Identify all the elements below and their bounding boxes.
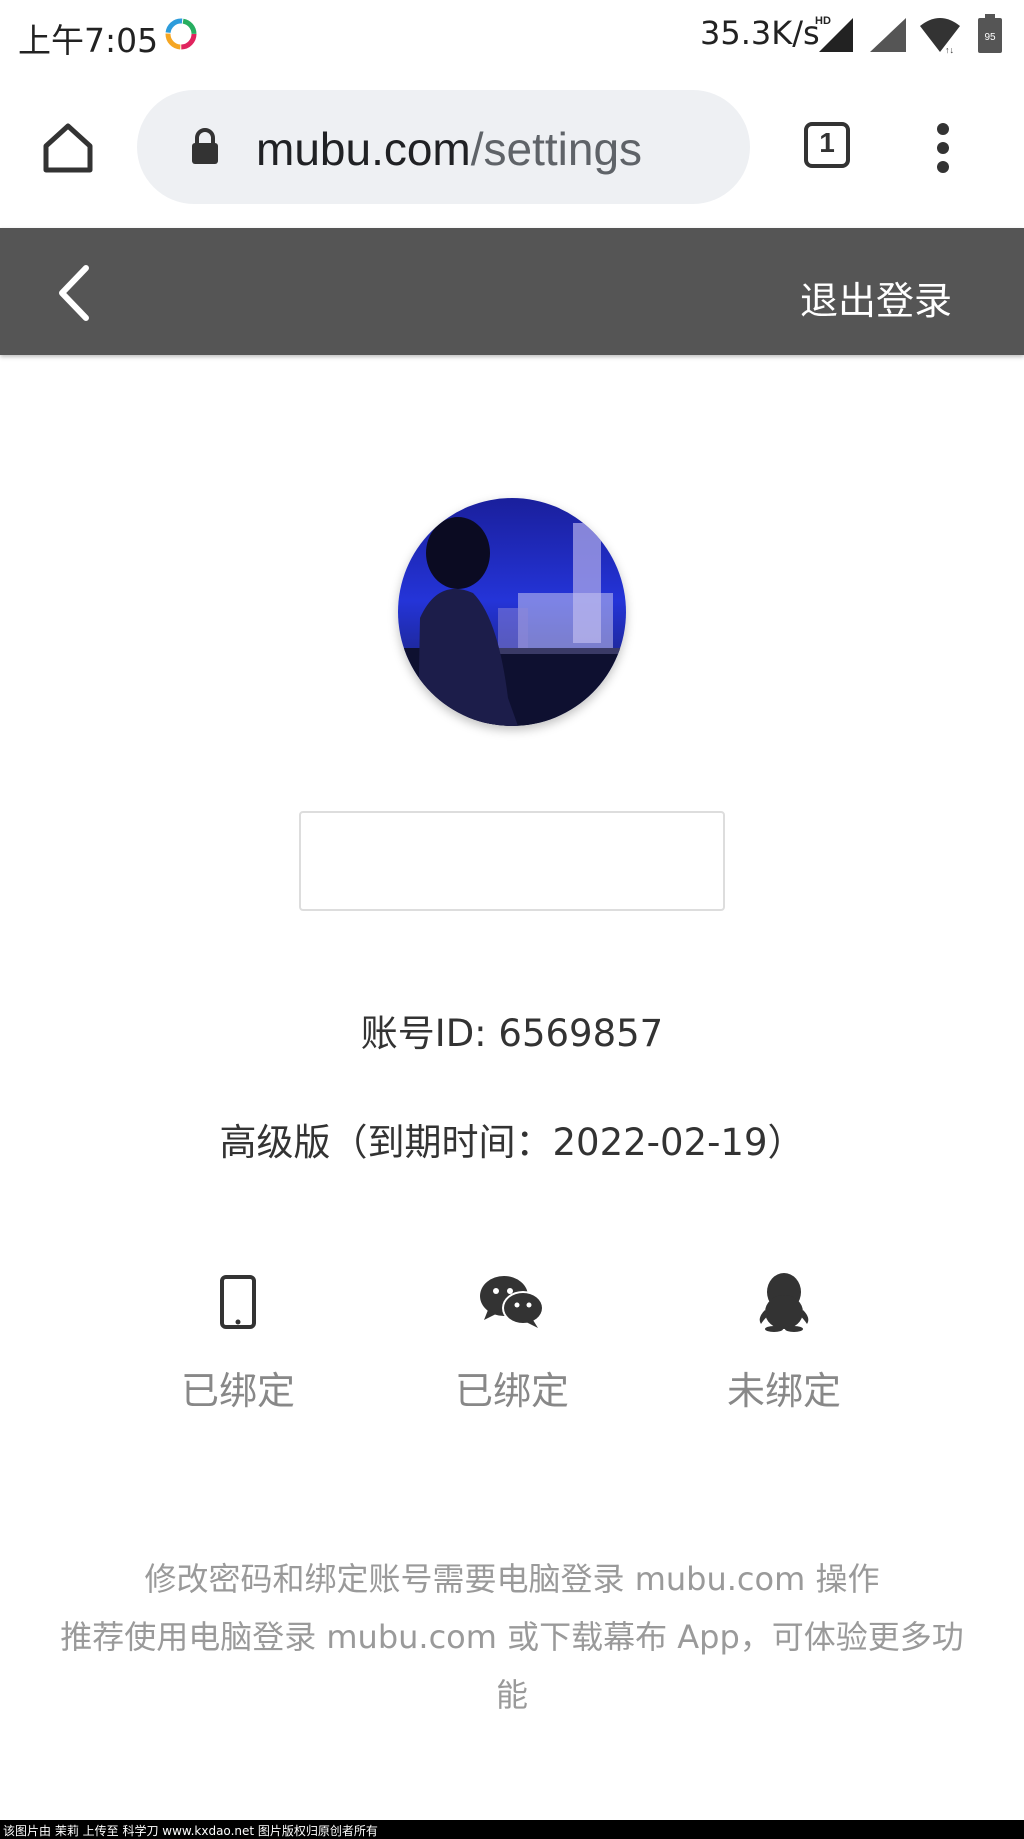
status-bar: 上午7:05 35.3K/s HD ↑↓ 95 xyxy=(0,0,1024,70)
status-time: 上午7:05 xyxy=(18,21,159,60)
phone-icon xyxy=(220,1275,256,1329)
footer-line-2: 推荐使用电脑登录 mubu.com 或下载幕布 App，可体验更多功能 xyxy=(60,1618,964,1714)
address-bar[interactable]: mubu.com/settings xyxy=(137,90,750,204)
app-header: 退出登录 xyxy=(0,228,1024,355)
back-arrow-icon[interactable] xyxy=(54,264,98,322)
network-speed: 35.3K/s xyxy=(700,14,820,52)
svg-text:HD: HD xyxy=(815,15,831,27)
wifi-icon: ↑↓ xyxy=(920,18,960,54)
membership-plan: 高级版（到期时间：2022-02-19） xyxy=(219,1121,805,1164)
watermark-text: 该图片由 茉莉 上传至 科学刀 www.kxdao.net 图片版权归原创者所有 xyxy=(3,1824,378,1838)
browser-toolbar: mubu.com/settings 1 xyxy=(0,70,1024,228)
battery-icon: 95 xyxy=(978,14,1002,53)
bind-wechat[interactable]: 已绑定 xyxy=(412,1272,612,1415)
url-path: /settings xyxy=(470,123,643,175)
bind-phone[interactable]: 已绑定 xyxy=(138,1272,338,1415)
tab-count: 1 xyxy=(819,127,835,158)
logout-button[interactable]: 退出登录 xyxy=(800,270,952,325)
avatar-image xyxy=(398,498,626,726)
wechat-icon xyxy=(480,1276,544,1328)
footer-note: 修改密码和绑定账号需要电脑登录 mubu.com 操作 推荐使用电脑登录 mub… xyxy=(60,1550,964,1724)
watermark-bar: 该图片由 茉莉 上传至 科学刀 www.kxdao.net 图片版权归原创者所有 xyxy=(0,1820,1024,1839)
wechat-bind-status: 已绑定 xyxy=(454,1369,569,1413)
phone-bind-status: 已绑定 xyxy=(180,1369,295,1413)
url-text: mubu.com/settings xyxy=(256,122,642,176)
qq-icon xyxy=(759,1273,809,1332)
nickname-field[interactable] xyxy=(299,811,725,911)
lock-icon xyxy=(192,128,218,164)
svg-text:↑↓: ↑↓ xyxy=(945,45,954,54)
sync-app-icon xyxy=(165,18,197,50)
qq-bind-status: 未绑定 xyxy=(726,1369,841,1413)
tab-switcher-button[interactable]: 1 xyxy=(804,122,856,174)
more-menu-icon[interactable] xyxy=(935,123,951,173)
cell-signal-icon xyxy=(870,18,906,52)
svg-text:95: 95 xyxy=(984,32,996,43)
footer-line-1: 修改密码和绑定账号需要电脑登录 mubu.com 操作 xyxy=(144,1560,880,1598)
account-id: 账号ID: 6569857 xyxy=(360,1012,664,1055)
bind-qq[interactable]: 未绑定 xyxy=(684,1272,884,1415)
cell-signal-hd-icon: HD xyxy=(815,15,853,52)
home-icon[interactable] xyxy=(40,120,96,176)
url-host: mubu.com xyxy=(256,123,471,175)
avatar[interactable] xyxy=(398,498,626,726)
